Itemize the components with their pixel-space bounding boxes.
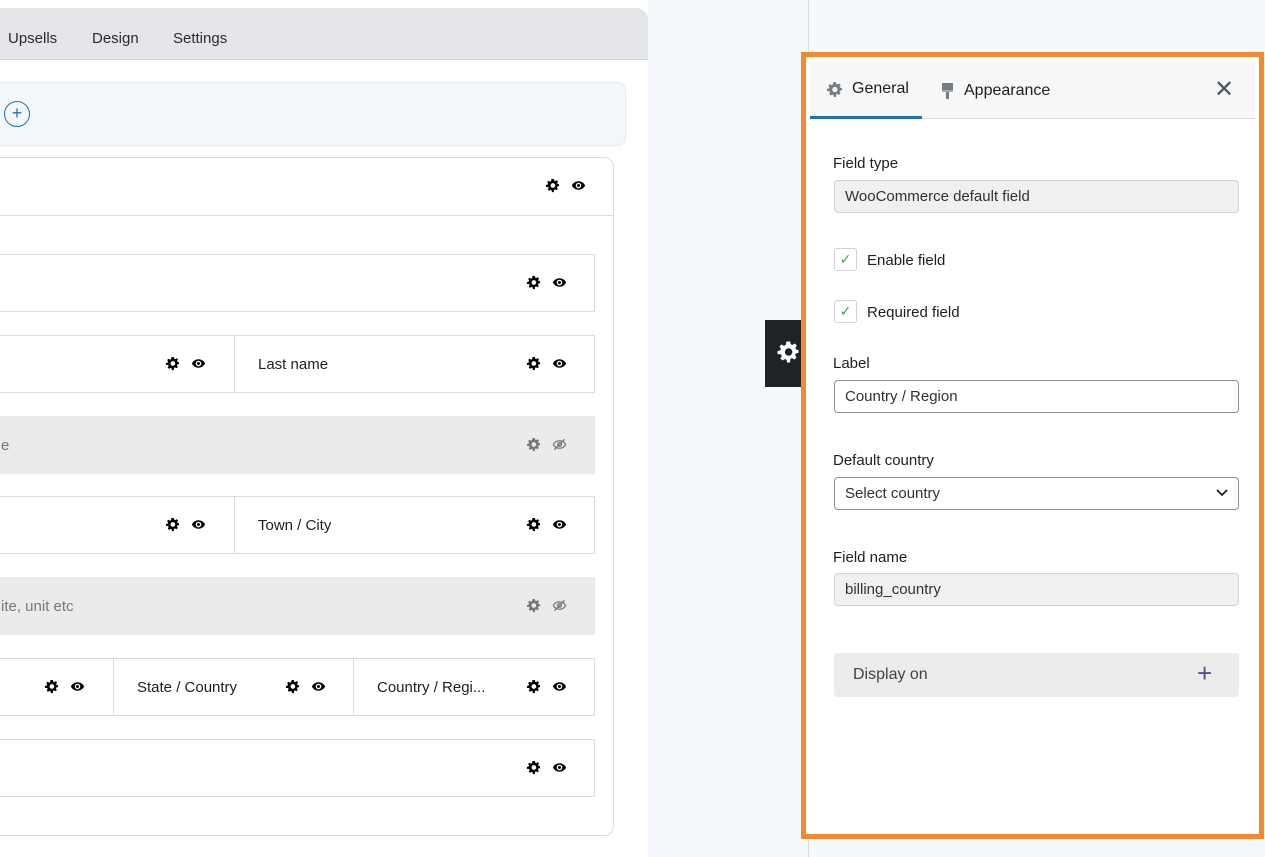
field-country-region[interactable]: Country / Regi... <box>353 658 595 716</box>
eye-icon[interactable] <box>571 178 586 193</box>
field-disabled-1[interactable]: e <box>0 416 595 474</box>
eye-icon[interactable] <box>552 517 567 532</box>
gear-icon[interactable] <box>545 178 560 193</box>
eye-slash-icon[interactable] <box>552 437 567 452</box>
builder-tabbar: Upsells Design Settings <box>0 8 648 60</box>
field-postcode[interactable] <box>0 658 114 716</box>
gear-icon[interactable] <box>526 437 541 452</box>
display-on-toggle[interactable]: Display on + <box>834 653 1239 697</box>
eye-icon[interactable] <box>191 517 206 532</box>
field-row-full-1[interactable] <box>0 254 595 312</box>
eye-icon[interactable] <box>552 275 567 290</box>
field-row-full-2[interactable] <box>0 739 595 797</box>
eye-icon[interactable] <box>552 356 567 371</box>
field-street-address[interactable] <box>0 496 235 554</box>
checkout-builder: Upsells Design Settings + Last name e To… <box>0 0 648 857</box>
gear-icon[interactable] <box>526 275 541 290</box>
field-last-name[interactable]: Last name <box>234 335 595 393</box>
steps-bar <box>0 82 626 146</box>
gear-icon[interactable] <box>285 679 300 694</box>
enable-field-checkbox[interactable]: ✓ <box>834 248 857 271</box>
field-name-label: Field name <box>833 549 908 566</box>
chevron-down-icon <box>1215 485 1229 503</box>
check-icon: ✓ <box>839 303 852 319</box>
tab-label: Appearance <box>964 81 1051 99</box>
gear-icon[interactable] <box>526 598 541 613</box>
field-label: Town / City <box>258 517 332 534</box>
gear-icon <box>826 81 843 98</box>
label-input[interactable]: Country / Region <box>834 380 1239 413</box>
tab-general[interactable]: General <box>810 62 922 119</box>
select-value: Select country <box>845 485 941 502</box>
eye-icon[interactable] <box>70 679 85 694</box>
gear-icon[interactable] <box>526 517 541 532</box>
enable-field-label: Enable field <box>867 252 946 269</box>
gear-icon[interactable] <box>526 356 541 371</box>
field-label: Last name <box>258 356 329 373</box>
panel-tabs: General Appearance ✕ <box>810 62 1255 119</box>
required-field-label: Required field <box>867 304 960 321</box>
field-name-input: billing_country <box>834 573 1239 606</box>
tab-upsells[interactable]: Upsells <box>8 30 57 47</box>
gear-icon[interactable] <box>44 679 59 694</box>
tab-settings[interactable]: Settings <box>173 30 227 47</box>
field-first-name[interactable] <box>0 335 235 393</box>
eye-icon[interactable] <box>552 760 567 775</box>
field-town-city[interactable]: Town / City <box>234 496 595 554</box>
field-disabled-2[interactable]: ite, unit etc <box>0 577 595 635</box>
brush-icon <box>940 82 955 100</box>
field-label: e <box>1 437 10 454</box>
required-field-checkbox[interactable]: ✓ <box>834 300 857 323</box>
field-type-input: WooCommerce default field <box>834 180 1239 213</box>
gear-icon[interactable] <box>526 760 541 775</box>
eye-icon[interactable] <box>552 679 567 694</box>
eye-slash-icon[interactable] <box>552 598 567 613</box>
tab-appearance[interactable]: Appearance <box>940 62 1050 119</box>
tab-label: General <box>852 80 909 97</box>
close-icon[interactable]: ✕ <box>1212 78 1236 102</box>
default-country-select[interactable]: Select country <box>834 477 1239 510</box>
plus-icon: + <box>1197 658 1213 688</box>
tab-design[interactable]: Design <box>92 30 139 47</box>
default-country-label: Default country <box>833 452 934 469</box>
field-state-country[interactable]: State / Country <box>113 658 354 716</box>
check-icon: ✓ <box>839 251 852 267</box>
gear-icon[interactable] <box>165 356 180 371</box>
divider <box>0 215 613 216</box>
field-label: Country / Regi... <box>377 679 486 696</box>
gear-icon[interactable] <box>165 517 180 532</box>
field-type-label: Field type <box>833 155 899 172</box>
gear-icon[interactable] <box>526 679 541 694</box>
field-settings-panel: General Appearance ✕ Field type WooComme… <box>801 52 1264 839</box>
eye-icon[interactable] <box>191 356 206 371</box>
section-actions <box>545 178 586 193</box>
label-label: Label <box>833 355 870 372</box>
add-step-button[interactable]: + <box>4 101 30 127</box>
field-label: State / Country <box>137 679 238 696</box>
gear-icon <box>776 340 800 368</box>
eye-icon[interactable] <box>311 679 326 694</box>
field-label: ite, unit etc <box>1 598 74 615</box>
display-on-label: Display on <box>853 666 928 683</box>
